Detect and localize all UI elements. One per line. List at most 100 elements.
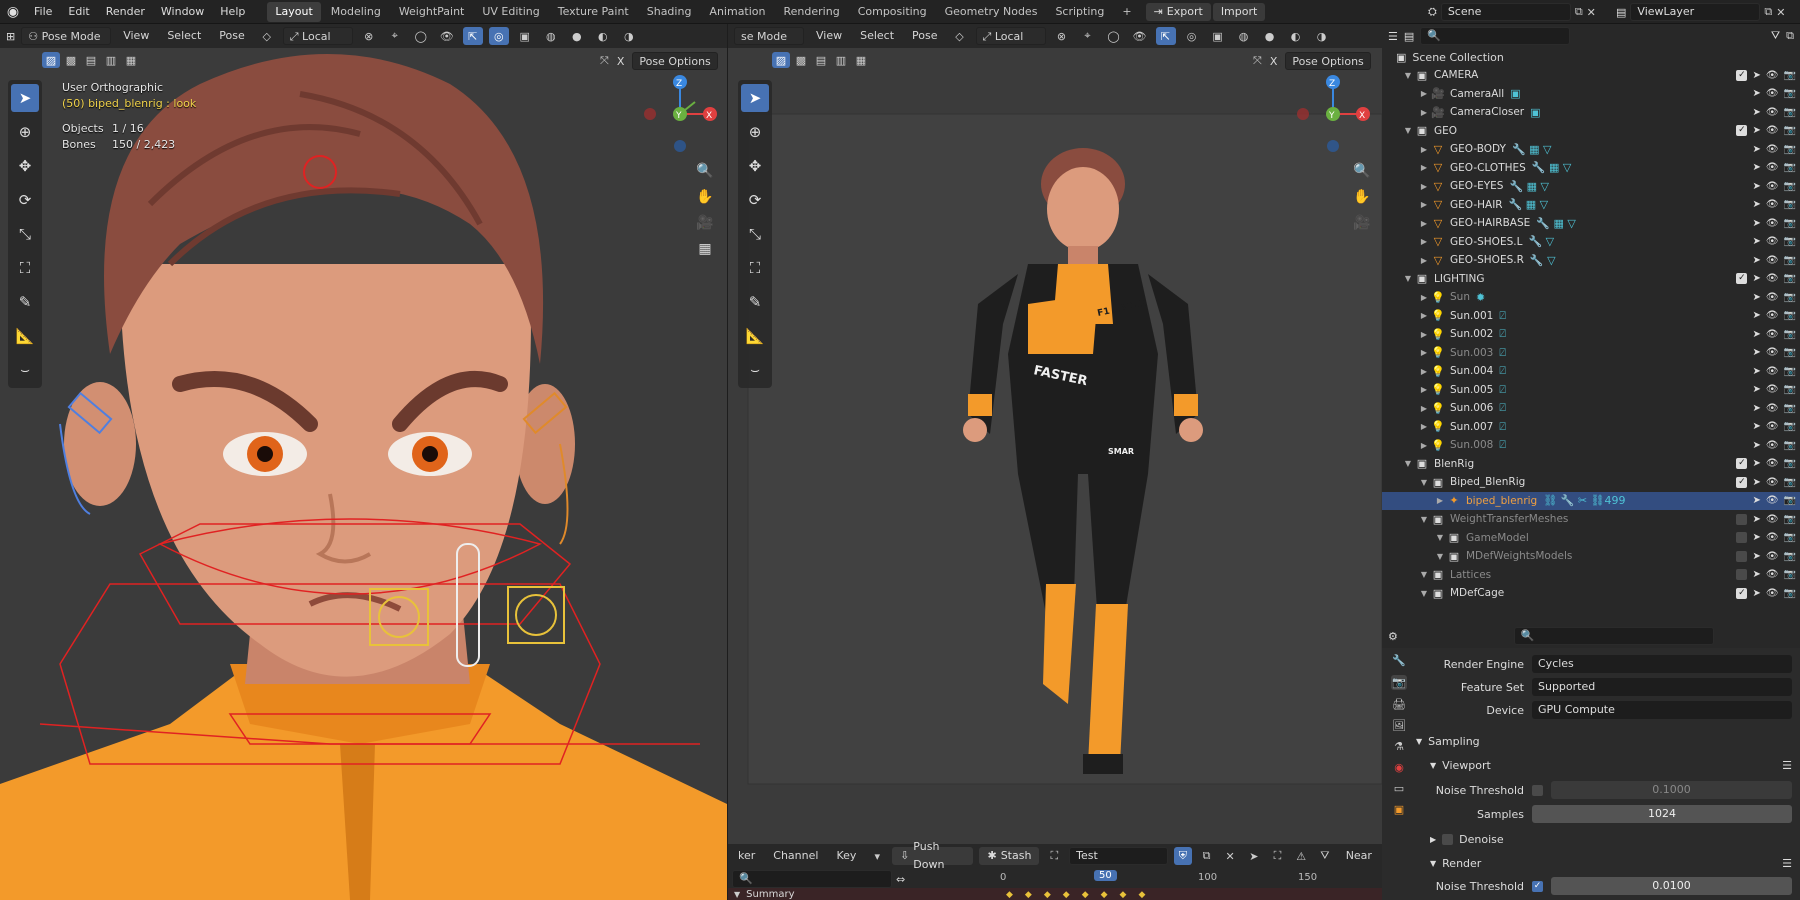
selectable-icon[interactable]: ➤ [1752,236,1760,247]
right-menu-pose[interactable]: Pose [906,27,943,45]
zoom-icon[interactable]: 🔍 [694,160,716,182]
modifier-data-icons[interactable]: ▣ [1530,106,1540,119]
fake-user-icon[interactable]: ⛨ [1173,847,1192,865]
selectable-icon[interactable]: ➤ [1752,162,1760,173]
tab-animation[interactable]: Animation [701,2,773,22]
wireframe-shading-icon[interactable]: ◍ [541,27,561,45]
outliner-row[interactable]: ▼ ▣ CAMERA ✓ ➤ 👁 📷 [1382,66,1800,85]
outliner-row[interactable]: ▶ 💡 Sun.003 ⍁ ➤ 👁 📷 [1382,344,1800,363]
modifier-data-icons[interactable]: 🔧 ▦ ▽ [1532,161,1572,174]
rendered-shading-icon[interactable]: ◑ [619,27,639,45]
render-visibility-icon[interactable]: 📷 [1784,384,1796,395]
stash-button[interactable]: ✱ Stash [979,847,1040,865]
exclude-checkbox[interactable] [1736,513,1748,525]
render-visibility-icon[interactable]: 📷 [1784,551,1796,562]
selectable-icon[interactable]: ➤ [1752,403,1760,414]
outliner-row[interactable]: ▶ ▽ GEO-SHOES.R 🔧 ▽ ➤ 👁 📷 [1382,251,1800,270]
right-snap-icon[interactable]: ⌖ [1078,27,1098,45]
expand-toggle-icon[interactable]: ▼ [1418,570,1430,579]
render-subpanel-header[interactable]: ▼ Render ☰ [1430,852,1792,874]
expand-toggle-icon[interactable]: ▶ [1418,311,1430,320]
device-dropdown[interactable]: GPU Compute [1532,701,1792,719]
rotate-tool-icon[interactable]: ⟳ [11,186,39,214]
expand-toggle-icon[interactable]: ▶ [1418,182,1430,191]
samples-field[interactable]: 1024 [1532,805,1792,823]
measure-tool-icon[interactable]: 📐 [11,322,39,350]
render-visibility-icon[interactable]: 📷 [1784,292,1796,303]
current-frame-indicator[interactable]: 50 [1094,870,1117,881]
outliner-row[interactable]: ▶ 💡 Sun.008 ⍁ ➤ 👁 📷 [1382,436,1800,455]
exclude-checkbox[interactable]: ✓ [1736,587,1748,599]
menu-key[interactable]: Key [830,847,862,865]
pose-options-button[interactable]: Pose Options [632,52,718,70]
expand-toggle-icon[interactable]: ▶ [1418,256,1430,265]
modifier-data-icons[interactable]: ▣ [1510,87,1520,100]
keyframe[interactable]: ◆ [1044,890,1051,900]
right-overlay-icon[interactable]: ◎ [1182,27,1202,45]
keyframe[interactable]: ◆ [1006,890,1013,900]
expand-toggle-icon[interactable]: ▼ [1418,478,1430,487]
push-down-button[interactable]: ⇩ Push Down [892,840,974,871]
exclude-checkbox[interactable]: ✓ [1736,476,1748,488]
menu-render[interactable]: Render [98,0,153,24]
render-visibility-icon[interactable]: 📷 [1784,310,1796,321]
viewport-presets-icon[interactable]: ☰ [1782,759,1792,772]
outliner-row[interactable]: ▶ ▽ GEO-CLOTHES 🔧 ▦ ▽ ➤ 👁 📷 [1382,159,1800,178]
selectable-icon[interactable]: ➤ [1752,458,1760,469]
render-visibility-icon[interactable]: 📷 [1784,495,1796,506]
right-solid-shading-icon[interactable]: ● [1260,27,1280,45]
right-select-intersect-icon[interactable]: ▦ [852,52,870,68]
menu-view[interactable]: View [117,27,155,45]
view-layer-icon[interactable]: ▤ [1616,6,1626,19]
scene-name-field[interactable]: Scene [1440,3,1571,21]
outliner-root-row[interactable]: ▣ Scene Collection [1382,48,1800,66]
right-auto-ik-icon[interactable]: ⤧ [1253,54,1262,68]
render-visibility-icon[interactable]: 📷 [1784,588,1796,599]
outliner-row[interactable]: ▼ ▣ MDefWeightsModels ➤ 👁 📷 [1382,547,1800,566]
render-visibility-icon[interactable]: 📷 [1784,273,1796,284]
import-button[interactable]: Import [1212,2,1266,21]
right-mode-selector[interactable]: se Mode [734,27,804,45]
expand-toggle-icon[interactable]: ▼ [1402,274,1414,283]
select-subtract-icon[interactable]: ▤ [82,52,100,68]
visibility-icon[interactable]: 👁 [1766,255,1779,266]
modifier-data-icons[interactable]: 🔧 ▦ ▽ [1509,198,1549,211]
expand-toggle-icon[interactable]: ▶ [1418,404,1430,413]
right-camera-view-icon[interactable]: 🎥 [1351,212,1373,234]
right-gizmo-icon[interactable]: ⇱ [1155,27,1176,45]
visibility-icon[interactable]: 👁 [1766,310,1779,321]
ortho-grid-icon[interactable]: ▦ [694,238,716,260]
viewport-noise-threshold-checkbox[interactable] [1532,784,1543,796]
visibility-icon[interactable]: 👁 [1766,107,1779,118]
outliner-row[interactable]: ▼ ▣ GEO ✓ ➤ 👁 📷 [1382,122,1800,141]
modifier-data-icons[interactable]: ⍁ [1499,327,1506,341]
right-select-box-icon[interactable]: ▨ [772,52,790,68]
modifier-data-icons[interactable]: ⛓ 🔧 ✂ ⛓499 [1543,494,1625,507]
outliner-row[interactable]: ▶ 💡 Sun.007 ⍁ ➤ 👁 📷 [1382,418,1800,437]
properties-editor-type-icon[interactable]: ⚙ [1388,630,1398,643]
right-proportional-icon[interactable]: ◯ [1104,27,1124,45]
visibility-icon[interactable]: 👁 [1766,440,1779,451]
display-mode-icon[interactable]: ▤ [1404,30,1414,43]
outliner-row[interactable]: ▶ 💡 Sun ✹ ➤ 👁 📷 [1382,288,1800,307]
scene-icon[interactable]: ⛭ [1428,5,1437,19]
tab-uv-editing[interactable]: UV Editing [474,2,547,22]
exclude-checkbox[interactable]: ✓ [1736,125,1748,137]
action-name-field[interactable]: Test [1069,847,1168,865]
visibility-icon[interactable]: 👁 [1766,125,1779,136]
left-navigation-gizmo[interactable]: Z X Y [640,74,720,154]
right-cursor-tool-icon[interactable]: ⊕ [741,118,769,146]
pivot-icon[interactable]: ⊗ [359,27,379,45]
selectable-icon[interactable]: ➤ [1752,495,1760,506]
new-view-layer-icon[interactable]: ⧉ [1764,5,1772,19]
expand-toggle-icon[interactable]: ▶ [1418,163,1430,172]
outliner-row[interactable]: ▶ 💡 Sun.004 ⍁ ➤ 👁 📷 [1382,362,1800,381]
action-editor[interactable]: ker Channel Key ▾ ⇩ Push Down ✱ Stash ⛶ Te… [728,840,1382,900]
left-viewport-render[interactable] [0,24,727,900]
outliner[interactable]: ☰ ▤ 🔍 ⛛ ⧉ ▣ Scene Collection ▼ ▣ CAMERA ✓ ➤ 👁… [1382,24,1800,624]
right-menu-view[interactable]: View [810,27,848,45]
modifier-data-icons[interactable]: ⍁ [1499,438,1506,452]
expand-toggle-icon[interactable]: ▶ [1418,367,1430,376]
tab-texture-paint[interactable]: Texture Paint [550,2,637,22]
outliner-filter-icon[interactable]: ⛛ [1771,29,1780,43]
